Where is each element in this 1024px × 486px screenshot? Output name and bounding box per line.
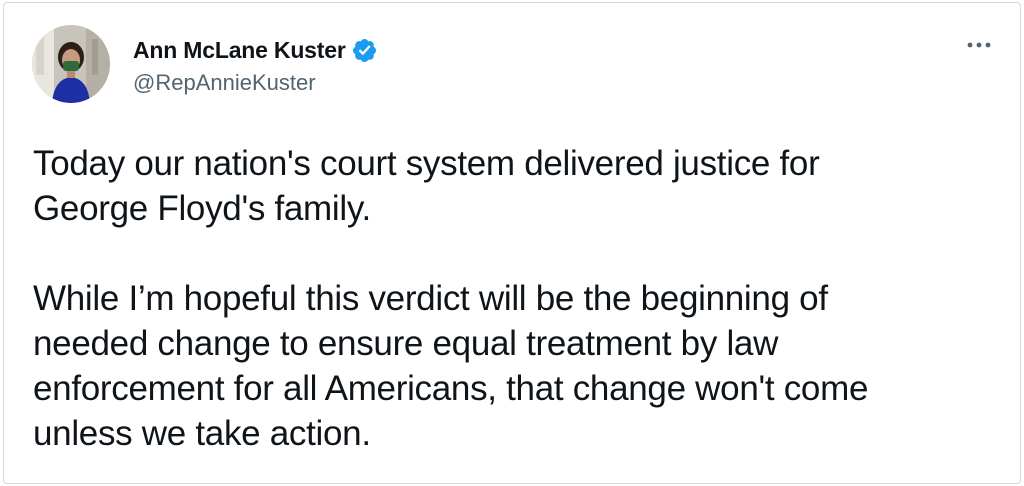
author-names: Ann McLane Kuster @RepAnnieKuster: [133, 33, 378, 96]
more-options-icon[interactable]: [964, 35, 994, 55]
tweet-header: Ann McLane Kuster @RepAnnieKuster: [32, 25, 378, 103]
tweet-paragraph: While I’m hopeful this verdict will be t…: [33, 279, 869, 453]
author-avatar[interactable]: [32, 25, 110, 103]
tweet-text: Today our nation's court system delivere…: [33, 141, 993, 456]
name-row: Ann McLane Kuster: [133, 37, 378, 64]
author-handle[interactable]: @RepAnnieKuster: [133, 70, 378, 96]
verified-badge-icon: [351, 37, 378, 64]
tweet-paragraph: Today our nation's court system delivere…: [33, 144, 820, 228]
author-display-name[interactable]: Ann McLane Kuster: [133, 37, 346, 64]
tweet-card: Ann McLane Kuster @RepAnnieKuster Today …: [3, 2, 1021, 484]
avatar-image: [32, 25, 110, 103]
